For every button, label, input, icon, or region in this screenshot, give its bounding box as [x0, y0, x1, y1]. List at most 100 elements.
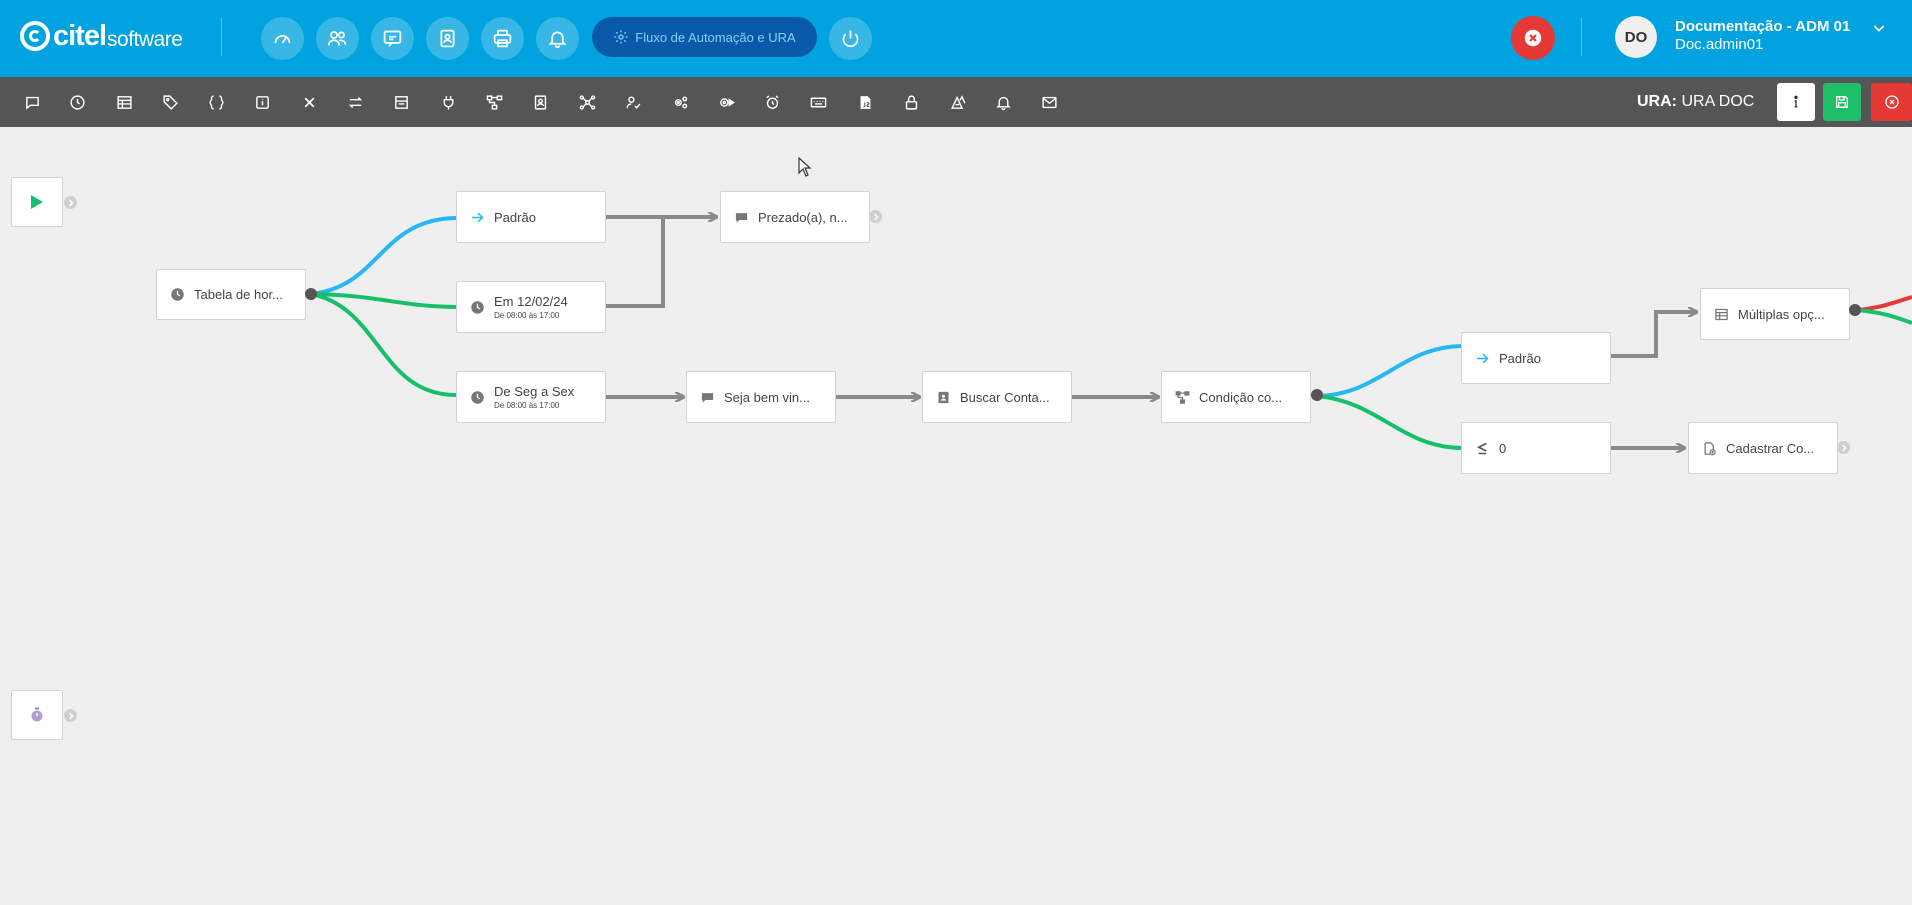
- notifications-button[interactable]: [536, 17, 579, 60]
- flow-node-schedule-table[interactable]: Tabela de hor...: [156, 269, 306, 320]
- alarm-icon: [765, 95, 779, 109]
- node-output-handle[interactable]: [305, 288, 317, 300]
- tool-notification[interactable]: [990, 89, 1016, 115]
- tool-end[interactable]: [296, 89, 322, 115]
- info-icon: [1794, 95, 1798, 108]
- tool-info[interactable]: [249, 89, 275, 115]
- chevron-right-icon: [68, 711, 74, 720]
- chevron-down-icon[interactable]: [1871, 20, 1887, 36]
- start-node[interactable]: [11, 177, 63, 227]
- tool-transfer[interactable]: [342, 89, 368, 115]
- tool-alarm[interactable]: [759, 89, 785, 115]
- logo-mark-icon: [20, 21, 50, 51]
- dashboard-button[interactable]: [261, 17, 304, 60]
- bell-icon: [995, 96, 1011, 110]
- play-icon: [31, 195, 43, 209]
- tool-variables[interactable]: [203, 89, 229, 115]
- close-flow-button[interactable]: [1871, 83, 1912, 121]
- close-icon: [304, 97, 314, 107]
- clock-icon: [469, 389, 485, 405]
- form-icon: [394, 95, 408, 109]
- tool-network[interactable]: [574, 89, 600, 115]
- users-button[interactable]: [316, 17, 359, 60]
- tool-assign-agent[interactable]: [620, 89, 646, 115]
- flow-node-condition-branch[interactable]: 0: [1461, 422, 1611, 474]
- tool-run-automation[interactable]: [713, 89, 739, 115]
- tool-keypad[interactable]: [805, 89, 831, 115]
- chevron-right-icon: [68, 198, 74, 207]
- avatar[interactable]: DO: [1615, 16, 1657, 58]
- contacts-button[interactable]: [426, 17, 469, 60]
- tool-javascript[interactable]: [852, 89, 878, 115]
- flow-node-message-prezado[interactable]: Prezado(a), n...: [720, 191, 870, 243]
- flow-node-weekday-branch[interactable]: De Seg a Sex De 08:00 às 17:00: [456, 371, 606, 423]
- tool-table[interactable]: [111, 89, 137, 115]
- info-icon: [255, 95, 269, 109]
- flow-node-default-branch[interactable]: Padrão: [1461, 332, 1611, 384]
- flow-node-condition[interactable]: Condição co...: [1161, 371, 1311, 423]
- message-icon: [25, 96, 39, 110]
- flow-node-default-branch[interactable]: Padrão: [456, 191, 606, 243]
- connection-green: [1857, 308, 1912, 325]
- connection-green: [310, 292, 457, 397]
- node-sublabel: De 08:00 às 17:00: [494, 311, 560, 320]
- node-label: Prezado(a), n...: [758, 209, 848, 225]
- node-connector[interactable]: [1837, 441, 1850, 454]
- node-connector[interactable]: [64, 196, 77, 209]
- node-output-handle[interactable]: [1849, 304, 1861, 316]
- tool-lock[interactable]: [898, 89, 924, 115]
- flow-connections: [310, 127, 1912, 905]
- contacts-icon: [440, 29, 455, 48]
- node-connector[interactable]: [64, 709, 77, 722]
- node-sublabel: De 08:00 às 17:00: [494, 401, 560, 410]
- automation-flow-label: Fluxo de Automação e URA: [635, 29, 796, 45]
- clock-icon: [169, 287, 185, 303]
- tool-clock[interactable]: [64, 89, 90, 115]
- flow-node-message-welcome[interactable]: Seja bem vin...: [686, 371, 836, 423]
- info-button[interactable]: [1777, 83, 1815, 121]
- users-icon: [327, 31, 347, 46]
- print-button[interactable]: [481, 17, 524, 60]
- tool-condition[interactable]: [481, 89, 507, 115]
- clock-icon: [469, 299, 485, 315]
- lock-icon: [905, 94, 917, 110]
- ura-name: URA DOC: [1681, 93, 1755, 110]
- flow-canvas[interactable]: Tabela de hor... Padrão Em 12/02/24 De 0…: [0, 127, 1912, 905]
- user-name[interactable]: Documentação - ADM 01: [1675, 18, 1850, 35]
- tool-ai[interactable]: [945, 89, 971, 115]
- node-label: Tabela de hor...: [194, 287, 283, 302]
- network-icon: [579, 94, 595, 110]
- tool-integration[interactable]: [435, 89, 461, 115]
- flow-node-register-contact[interactable]: Cadastrar Co...: [1688, 422, 1838, 474]
- node-connector[interactable]: [869, 210, 882, 223]
- chevron-right-icon: [873, 212, 879, 221]
- flow-node-date-branch[interactable]: Em 12/02/24 De 08:00 às 17:00: [456, 281, 606, 333]
- logo: citel software: [20, 16, 183, 56]
- flow-node-multiple-options[interactable]: Múltiplas opç...: [1700, 288, 1850, 340]
- tool-form[interactable]: [388, 89, 414, 115]
- chat-button[interactable]: [371, 17, 414, 60]
- save-button[interactable]: [1823, 83, 1861, 121]
- connection-green: [1316, 394, 1463, 450]
- power-button[interactable]: [829, 17, 872, 60]
- logout-button[interactable]: [1511, 16, 1555, 60]
- node-label: Múltiplas opç...: [1738, 306, 1825, 322]
- tool-message[interactable]: [19, 89, 45, 115]
- node-output-handle[interactable]: [1311, 389, 1323, 401]
- connection-blue: [310, 216, 457, 296]
- tool-tag[interactable]: [157, 89, 183, 115]
- flow-node-search-contact[interactable]: Buscar Conta...: [922, 371, 1072, 423]
- tool-search-contact[interactable]: [527, 89, 553, 115]
- node-label: De Seg a Sex: [494, 384, 575, 399]
- node-label: Buscar Conta...: [960, 389, 1050, 405]
- tool-email[interactable]: [1036, 89, 1062, 115]
- chevron-right-icon: [1841, 443, 1847, 452]
- branch-icon: [1174, 389, 1190, 405]
- tool-settings[interactable]: [667, 89, 693, 115]
- arrow-right-icon: [1474, 350, 1490, 366]
- node-label: Em 12/02/24: [494, 294, 568, 309]
- close-circle-icon: [1524, 29, 1542, 47]
- timeout-node[interactable]: [11, 690, 63, 740]
- user-login: Doc.admin01: [1675, 36, 1764, 53]
- automation-flow-button[interactable]: Fluxo de Automação e URA: [592, 17, 817, 57]
